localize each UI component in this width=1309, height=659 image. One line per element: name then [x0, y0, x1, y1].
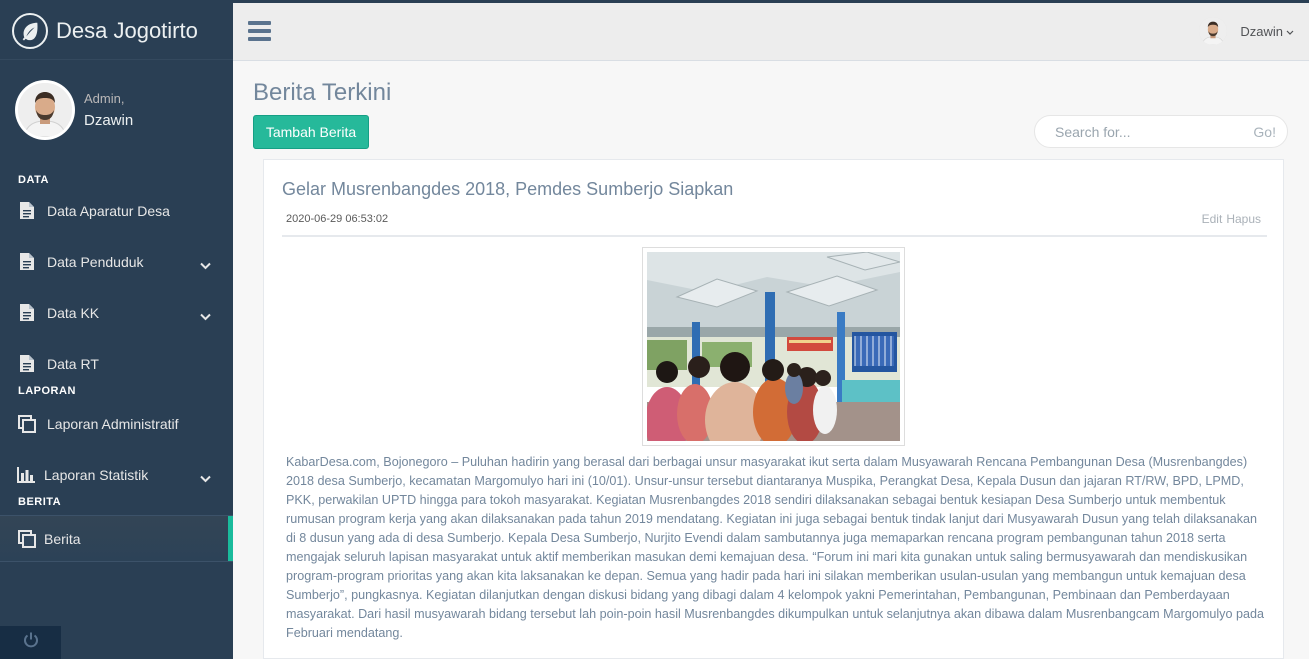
user-menu[interactable]: Dzawin [1199, 17, 1294, 45]
logout-button[interactable] [0, 626, 61, 659]
sidebar-item-laporan-administratif[interactable]: Laporan Administratif [0, 398, 233, 449]
sidebar-item-label: Data KK [47, 304, 100, 321]
sidebar: Desa Jogotirto Admin, Dzawin DATA Data A… [0, 3, 233, 659]
power-icon [23, 632, 39, 653]
add-news-button[interactable]: Tambah Berita [253, 115, 369, 149]
sidebar-item-label: Data RT [47, 355, 99, 372]
document-icon [17, 354, 37, 374]
sidebar-item-berita[interactable]: Berita [0, 516, 233, 561]
delete-link[interactable]: Hapus [1226, 212, 1261, 226]
profile-greeting: Admin, [84, 91, 125, 106]
bar-chart-icon [17, 465, 35, 485]
avatar [15, 80, 75, 140]
news-panel: Gelar Musrenbangdes 2018, Pemdes Sumberj… [263, 159, 1284, 659]
document-icon [17, 303, 37, 323]
copy-icon [17, 414, 37, 434]
sidebar-item-label: Data Aparatur Desa [47, 202, 170, 219]
brand[interactable]: Desa Jogotirto [0, 3, 233, 60]
search-go-button[interactable]: Go! [1253, 124, 1276, 140]
news-actions: Edit Hapus [1202, 212, 1261, 226]
news-body: KabarDesa.com, Bojonegoro – Puluhan hadi… [286, 455, 1264, 640]
leaf-icon [12, 13, 48, 49]
topbar: Dzawin [233, 3, 1309, 61]
news-date: 2020-06-29 06:53:02 [286, 213, 389, 225]
search-input[interactable] [1055, 123, 1235, 140]
hamburger-icon[interactable] [248, 21, 271, 41]
chevron-down-icon [1286, 24, 1294, 39]
page-title: Berita Terkini [253, 79, 392, 106]
sidebar-item-label: Laporan Statistik [44, 466, 149, 483]
sidebar-item-data-rt[interactable]: Data RT [0, 338, 233, 389]
document-icon [17, 201, 37, 221]
avatar [1199, 17, 1228, 45]
sidebar-item-label: Data Penduduk [47, 253, 144, 270]
sidebar-item-data-kk[interactable]: Data KK [0, 287, 233, 338]
brand-title: Desa Jogotirto [56, 18, 198, 43]
sidebar-item-label: Laporan Administratif [47, 415, 179, 432]
profile-name: Dzawin [84, 112, 134, 129]
main-content: Berita Terkini Tambah Berita Go! Gelar M… [233, 62, 1309, 659]
sidebar-item-label: Berita [44, 530, 81, 547]
sidebar-item-data-aparatur-desa[interactable]: Data Aparatur Desa [0, 185, 233, 236]
search-box: Go! [1034, 115, 1288, 148]
chevron-down-icon[interactable] [200, 470, 211, 486]
copy-icon [17, 529, 37, 549]
chevron-down-icon[interactable] [200, 257, 211, 273]
chevron-down-icon[interactable] [200, 308, 211, 324]
user-name: Dzawin [1240, 23, 1283, 39]
profile: Admin, Dzawin [0, 60, 233, 160]
divider [282, 235, 1267, 237]
news-image [642, 247, 905, 458]
news-title[interactable]: Gelar Musrenbangdes 2018, Pemdes Sumberj… [282, 179, 733, 200]
document-icon [17, 252, 37, 272]
sidebar-item-laporan-statistik[interactable]: Laporan Statistik [0, 449, 233, 500]
edit-link[interactable]: Edit [1202, 212, 1223, 226]
sidebar-item-data-penduduk[interactable]: Data Penduduk [0, 236, 233, 287]
